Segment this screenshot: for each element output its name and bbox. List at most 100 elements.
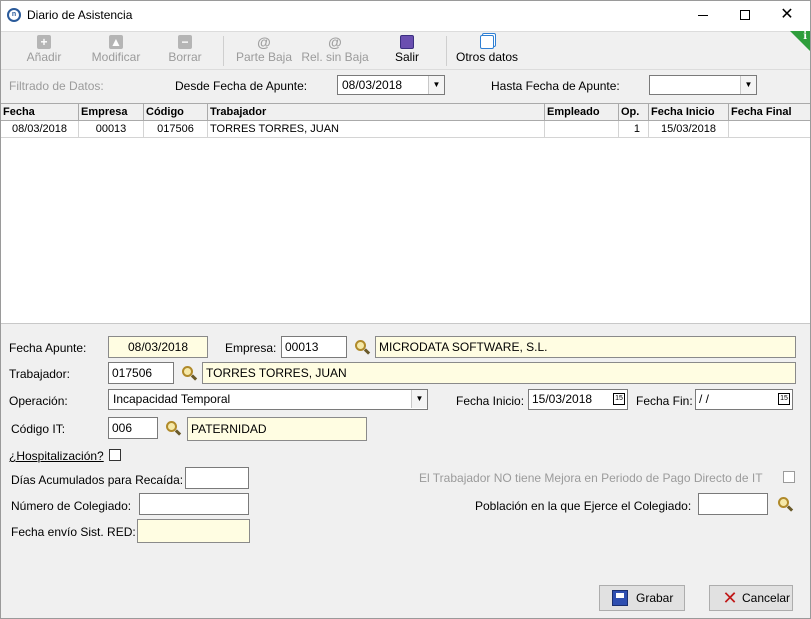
trabajador-code-field[interactable]: 017506 [108,362,174,384]
fecha-fin-field[interactable]: / / 15 [695,389,793,410]
trabajador-label: Trabajador: [9,367,70,381]
minus-icon: − [178,35,192,49]
empresa-name-field: MICRODATA SOFTWARE, S.L. [375,336,796,358]
save-icon [612,590,628,606]
toolbar: + Añadir ▲ Modificar − Borrar @ Parte Ba… [1,31,810,69]
info-icon: i [803,31,807,42]
window-title: Diario de Asistencia [27,8,133,22]
column-header-op[interactable]: Op. [619,104,649,121]
add-button-label: Añadir [26,50,62,64]
calendar-icon[interactable]: 15 [613,393,625,405]
other-data-label: Otros datos [455,50,519,64]
mejora-label: El Trabajador NO tiene Mejora en Periodo… [419,471,763,485]
dias-acumulados-label: Días Acumulados para Recaída: [11,473,184,487]
hospitalizacion-label: ¿Hospitalización? [9,449,104,463]
search-icon[interactable] [354,339,372,355]
cell-empleado [545,121,619,138]
maximize-button[interactable] [725,1,765,31]
delete-button-label: Borrar [168,50,202,64]
filter-title: Filtrado de Datos: [9,79,104,93]
chevron-down-icon[interactable]: ▼ [740,76,756,94]
codigo-it-label: Código IT: [11,422,66,436]
column-header-trabajador[interactable]: Trabajador [208,104,545,121]
add-button[interactable]: + Añadir [19,35,69,69]
up-arrow-icon: ▲ [109,35,123,49]
colegiado-label: Número de Colegiado: [11,499,132,513]
calendar-icon[interactable]: 15 [778,393,790,405]
to-date-combo[interactable]: ▼ [649,75,757,95]
trabajador-name-field: TORRES TORRES, JUAN [202,362,796,384]
fecha-inicio-label: Fecha Inicio: [456,394,525,408]
chevron-down-icon[interactable]: ▼ [411,390,427,408]
column-header-empleado[interactable]: Empleado [545,104,619,121]
save-button-label: Grabar [636,591,674,605]
exit-icon [400,35,414,49]
search-icon[interactable] [777,496,795,512]
dias-acumulados-field[interactable] [185,467,249,489]
from-date-combo[interactable]: 08/03/2018 ▼ [337,75,445,95]
close-button[interactable]: ✕ [767,1,807,31]
search-icon[interactable] [181,365,199,381]
diario-asistencia-window: n Diario de Asistencia ✕ + Añadir ▲ Modi… [0,0,811,619]
fecha-envio-label: Fecha envío Sist. RED: [11,525,136,539]
windows-icon [480,35,494,49]
column-header-fecha-inicio[interactable]: Fecha Inicio [649,104,729,121]
fecha-apunte-field[interactable]: 08/03/2018 [108,336,208,358]
poblacion-label: Población en la que Ejerce el Colegiado: [475,499,692,513]
table-row[interactable]: 08/03/2018 00013 017506 TORRES TORRES, J… [1,121,810,138]
exit-button-label: Salir [394,50,419,64]
colegiado-field[interactable] [139,493,249,515]
grid-header-row: Fecha Empresa Código Trabajador Empleado… [1,104,810,121]
parte-baja-label: Parte Baja [235,50,293,64]
detail-form: Fecha Apunte: 08/03/2018 Empresa: 00013 … [1,323,810,618]
codigo-it-code-field[interactable]: 006 [108,417,158,439]
cell-fecha-final [729,121,810,138]
maximize-icon [740,10,750,21]
delete-button[interactable]: − Borrar [163,35,207,69]
hospitalizacion-checkbox[interactable] [109,449,121,461]
column-header-fecha[interactable]: Fecha [1,104,79,121]
to-date-label: Hasta Fecha de Apunte: [491,79,620,93]
plus-icon: + [37,35,51,49]
at-icon: @ [328,34,342,50]
column-header-fecha-final[interactable]: Fecha Final [729,104,810,121]
minimize-button[interactable] [683,1,723,31]
cancel-button-label: Cancelar [742,591,791,605]
operacion-select[interactable]: Incapacidad Temporal ▼ [108,389,428,410]
fecha-inicio-field[interactable]: 15/03/2018 15 [528,389,628,410]
empresa-code-field[interactable]: 00013 [281,336,347,358]
other-data-button[interactable]: Otros datos [453,35,521,69]
app-logo-icon: n [7,8,21,22]
fecha-envio-field[interactable] [137,519,250,543]
cell-fecha: 08/03/2018 [1,121,79,138]
search-icon[interactable] [165,420,183,436]
mejora-checkbox[interactable] [783,471,795,483]
chevron-down-icon[interactable]: ▼ [428,76,444,94]
parte-baja-button[interactable]: @ Parte Baja [231,35,297,69]
fecha-fin-value: / / [699,392,710,406]
column-header-codigo[interactable]: Código [144,104,208,121]
fecha-fin-label: Fecha Fin: [636,394,693,408]
info-corner-badge[interactable] [790,31,810,51]
cell-codigo: 017506 [144,121,208,138]
rel-sin-baja-button[interactable]: @ Rel. sin Baja [299,35,371,69]
rel-sin-baja-label: Rel. sin Baja [301,50,369,64]
cancel-icon: ✕ [722,588,738,608]
records-grid[interactable]: Fecha Empresa Código Trabajador Empleado… [1,104,810,323]
cell-empresa: 00013 [79,121,144,138]
poblacion-field[interactable] [698,493,768,515]
cancel-button[interactable]: ✕ Cancelar [709,585,793,611]
column-header-empresa[interactable]: Empresa [79,104,144,121]
modify-button[interactable]: ▲ Modificar [85,35,147,69]
modify-button-label: Modificar [91,50,141,64]
exit-button[interactable]: Salir [391,35,423,69]
operacion-value: Incapacidad Temporal [113,392,231,406]
empresa-label: Empresa: [225,341,277,355]
title-bar: n Diario de Asistencia ✕ [1,1,810,31]
toolbar-separator [223,36,224,66]
cell-trabajador: TORRES TORRES, JUAN [208,121,545,138]
fecha-inicio-value: 15/03/2018 [532,392,593,406]
save-button[interactable]: Grabar [599,585,685,611]
cell-fecha-inicio: 15/03/2018 [649,121,729,138]
codigo-it-name-field: PATERNIDAD [187,417,367,441]
